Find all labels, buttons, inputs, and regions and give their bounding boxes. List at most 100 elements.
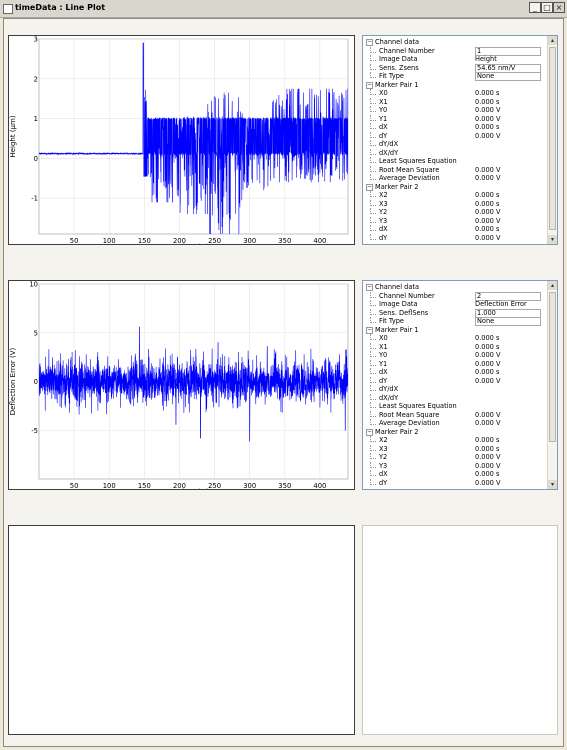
property-row[interactable]: Root Mean Square 0.000 V [363, 165, 548, 175]
deflection-properties-panel[interactable]: − Channel data Channel Number 2 Image Data De… [362, 280, 558, 490]
scroll-thumb[interactable] [549, 292, 556, 442]
property-row[interactable]: Y2 0.000 V [363, 208, 548, 217]
property-row[interactable]: Y1 0.000 V [363, 359, 548, 369]
property-group[interactable]: − Channel data [363, 38, 548, 47]
property-row[interactable]: X3 0.000 s [363, 444, 548, 454]
property-row[interactable]: Average Deviation 0.000 V [363, 419, 548, 428]
property-row[interactable]: Root Mean Square 0.000 V [363, 410, 548, 420]
empty-plot-panel[interactable] [8, 525, 355, 735]
close-button[interactable]: × [553, 2, 565, 13]
empty-properties-panel[interactable] [362, 525, 558, 735]
property-value: 0.000 V [475, 216, 501, 225]
property-row[interactable]: Least Squares Equation [363, 402, 548, 411]
scroll-up-icon[interactable]: ▴ [548, 281, 557, 290]
scroll-down-icon[interactable]: ▾ [548, 480, 557, 489]
deflection-plot-panel[interactable]: 501001502002503003504001050-5Time ( s)De… [8, 280, 355, 496]
property-label: X0 [379, 89, 388, 97]
property-value: 0.000 V [475, 106, 501, 114]
property-label: Image Data [379, 300, 418, 308]
property-row[interactable]: Channel Number 1 [363, 46, 548, 56]
deflection-plot[interactable]: 501001502002503003504001050-5Time ( s)De… [9, 281, 354, 496]
collapse-icon[interactable]: − [366, 183, 373, 191]
collapse-icon[interactable]: − [366, 39, 373, 46]
property-row[interactable]: dY 0.000 V [363, 233, 548, 243]
property-row[interactable]: dY/dX [363, 140, 548, 149]
property-label: Root Mean Square [379, 165, 440, 174]
property-row[interactable]: dX 0.000 s [363, 225, 548, 234]
property-label: dX [379, 368, 388, 376]
property-row[interactable]: Y0 0.000 V [363, 351, 548, 360]
x-tick-label: 100 [103, 482, 116, 489]
height-plot[interactable]: 501001502002503003504003210-1Time ( s)He… [9, 36, 354, 251]
property-row[interactable]: Least Squares Equation [363, 157, 548, 166]
minimize-button[interactable]: _ [529, 2, 541, 13]
property-label: Least Squares Equation [379, 402, 457, 410]
collapse-icon[interactable]: − [366, 81, 373, 89]
properties-scrollbar[interactable]: ▴ ▾ [547, 281, 557, 489]
title-bar[interactable]: timeData : Line Plot _ □ × [0, 0, 567, 18]
property-group-label: Channel data [375, 283, 420, 291]
tree-connector [370, 334, 376, 340]
property-row[interactable]: Fit Type None [363, 317, 548, 326]
properties-scrollbar[interactable]: ▴ ▾ [547, 36, 557, 244]
x-tick-label: 350 [278, 482, 291, 489]
scroll-down-icon[interactable]: ▾ [548, 235, 557, 244]
property-row[interactable]: Average Deviation 0.000 V [363, 174, 548, 183]
property-row[interactable]: Sens. Zsens 54.65 nm/V [363, 63, 548, 73]
scroll-up-icon[interactable]: ▴ [548, 36, 557, 45]
collapse-icon[interactable]: − [366, 326, 373, 334]
property-row[interactable]: dY 0.000 V [363, 478, 548, 488]
x-tick-label: 50 [70, 237, 79, 244]
property-row[interactable]: Y3 0.000 V [363, 216, 548, 226]
property-row[interactable]: dX 0.000 s [363, 368, 548, 377]
tree-connector [370, 225, 376, 231]
property-row[interactable]: X2 0.000 s [363, 191, 548, 200]
property-row[interactable]: dY 0.000 V [363, 131, 548, 141]
property-row[interactable]: dY 0.000 V [363, 376, 548, 386]
tree-connector [370, 191, 376, 197]
property-value: 0.000 s [475, 225, 500, 233]
property-row[interactable]: X1 0.000 s [363, 97, 548, 107]
property-row[interactable]: dX/dY [363, 148, 548, 158]
property-row[interactable]: Fit Type None [363, 72, 548, 81]
property-label: X1 [379, 342, 388, 351]
property-row[interactable]: dX 0.000 s [363, 470, 548, 479]
height-properties-panel[interactable]: − Channel data Channel Number 1 Image Data He… [362, 35, 558, 245]
maximize-button[interactable]: □ [541, 2, 553, 13]
tree-connector [370, 123, 376, 129]
property-row[interactable]: Sens. DeflSens 1.000 [363, 308, 548, 318]
tree-connector [370, 63, 376, 70]
property-value: Height [475, 55, 497, 63]
property-row[interactable]: dX 0.000 s [363, 123, 548, 132]
property-row[interactable]: Y1 0.000 V [363, 114, 548, 124]
y-tick-label: -1 [31, 195, 38, 203]
property-row[interactable]: dY/dX [363, 385, 548, 394]
property-label: dX/dY [379, 393, 399, 402]
property-row[interactable]: Image Data Deflection Error [363, 300, 548, 309]
collapse-icon[interactable]: − [366, 428, 373, 436]
property-label: dX [379, 470, 388, 478]
tree-connector [370, 308, 376, 315]
property-row[interactable]: X1 0.000 s [363, 342, 548, 352]
property-row[interactable]: dX/dY [363, 393, 548, 403]
property-group[interactable]: − Marker Pair 2 [363, 428, 548, 437]
x-tick-label: 400 [313, 237, 326, 244]
property-group[interactable]: − Marker Pair 2 [363, 183, 548, 192]
collapse-icon[interactable]: − [366, 284, 373, 291]
height-plot-panel[interactable]: 501001502002503003504003210-1Time ( s)He… [8, 35, 355, 251]
property-row[interactable]: Y0 0.000 V [363, 106, 548, 115]
property-group[interactable]: − Marker Pair 1 [363, 326, 548, 335]
scroll-thumb[interactable] [549, 47, 556, 230]
property-row[interactable]: Y2 0.000 V [363, 453, 548, 462]
property-group[interactable]: − Channel data [363, 283, 548, 292]
property-value: 0.000 V [475, 131, 501, 140]
property-row[interactable]: Channel Number 2 [363, 291, 548, 301]
property-row[interactable]: X2 0.000 s [363, 436, 548, 445]
property-row[interactable]: X0 0.000 s [363, 89, 548, 98]
property-row[interactable]: X3 0.000 s [363, 199, 548, 209]
property-row[interactable]: X0 0.000 s [363, 334, 548, 343]
property-row[interactable]: Image Data Height [363, 55, 548, 64]
x-tick-label: 50 [70, 482, 79, 489]
property-group[interactable]: − Marker Pair 1 [363, 81, 548, 90]
property-row[interactable]: Y3 0.000 V [363, 461, 548, 471]
